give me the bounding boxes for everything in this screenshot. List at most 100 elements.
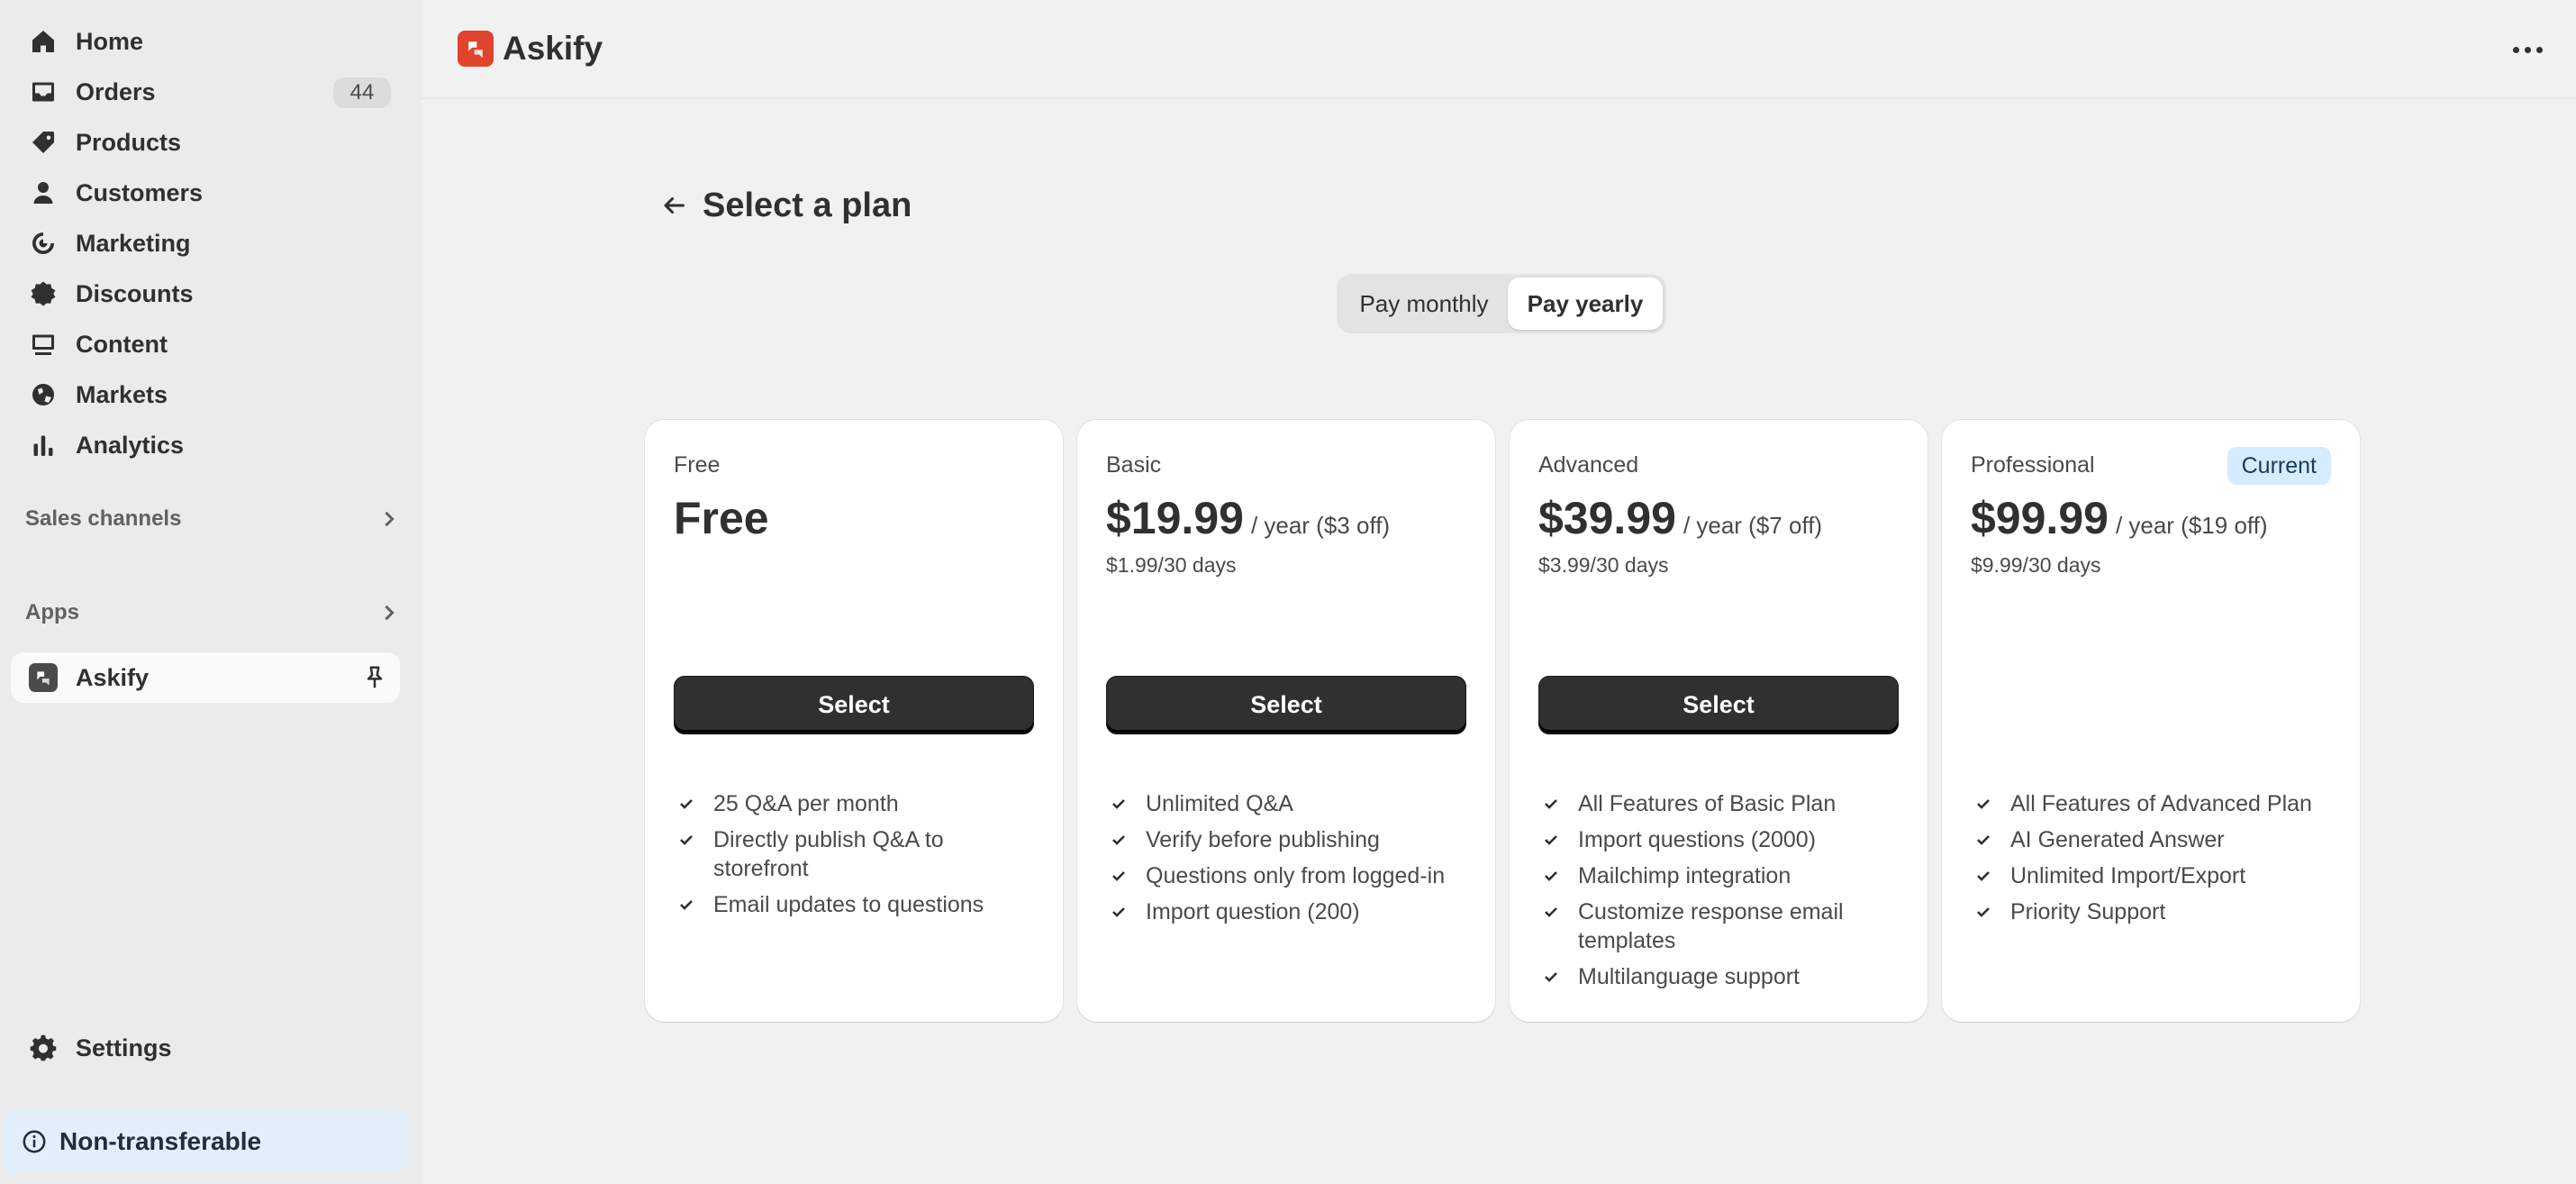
checkmark-icon: [1542, 825, 1562, 854]
feature-item: Priority Support: [1974, 897, 2338, 926]
main-content: Askify Select a plan Pay monthly Pay yea…: [422, 0, 2576, 1184]
sidebar-item-home[interactable]: Home: [11, 16, 400, 67]
sidebar-item-label: Orders: [76, 77, 156, 105]
plan-price: $99.99: [1971, 493, 2109, 543]
billing-period-toggle: Pay monthly Pay yearly: [1337, 274, 1666, 333]
feature-text: Mailchimp integration: [1578, 863, 1791, 888]
plan-cards: Free Free Select 25 Q&A per month Direct…: [645, 420, 2360, 1022]
feature-item: Import question (200): [1110, 897, 1474, 926]
feature-text: Import questions (2000): [1578, 827, 1817, 852]
select-plan-button[interactable]: Select: [1538, 676, 1899, 733]
feature-item: Questions only from logged-in: [1110, 861, 1474, 890]
feature-item: Mailchimp integration: [1542, 861, 1906, 890]
feature-item: Import questions (2000): [1542, 825, 1906, 854]
dot-icon: [2535, 46, 2543, 53]
app-topbar: Askify: [422, 0, 2576, 99]
globe-icon: [29, 380, 58, 409]
sidebar-item-label: Content: [76, 330, 168, 358]
plan-sub-price: $9.99/30 days: [1971, 553, 2101, 577]
feature-text: AI Generated Answer: [2010, 827, 2225, 852]
back-button[interactable]: [652, 184, 695, 227]
feature-list: All Features of Basic Plan Import questi…: [1542, 789, 1906, 998]
checkmark-icon: [1110, 825, 1129, 854]
sidebar-item-markets[interactable]: Markets: [11, 369, 400, 420]
feature-text: Questions only from logged-in: [1146, 863, 1446, 888]
feature-item: Email updates to questions: [677, 890, 1041, 919]
plan-price-suffix: / year ($3 off): [1250, 512, 1391, 539]
feature-list: Unlimited Q&A Verify before publishing Q…: [1110, 789, 1474, 934]
feature-item: Verify before publishing: [1110, 825, 1474, 854]
sidebar-item-orders[interactable]: Orders 44: [11, 67, 400, 117]
sidebar-item-label: Discounts: [76, 279, 194, 307]
sidebar: Home Orders 44 Products Customers Market…: [0, 0, 422, 1184]
select-plan-button[interactable]: Select: [1106, 676, 1466, 733]
checkmark-icon: [1542, 962, 1562, 991]
sidebar-item-analytics[interactable]: Analytics: [11, 420, 400, 470]
feature-text: All Features of Basic Plan: [1578, 791, 1837, 816]
select-plan-button[interactable]: Select: [674, 676, 1034, 733]
sidebar-item-askify[interactable]: Askify: [11, 652, 400, 703]
sales-channels-label: Sales channels: [25, 506, 182, 531]
bar-chart-icon: [29, 431, 58, 460]
sidebar-item-label: Products: [76, 128, 182, 156]
plan-name: Basic: [1106, 452, 1162, 478]
checkmark-icon: [1542, 861, 1562, 890]
pin-icon[interactable]: [362, 665, 387, 690]
sidebar-nav: Home Orders 44 Products Customers Market…: [11, 16, 400, 470]
plan-price: $39.99: [1538, 493, 1676, 543]
arrow-left-icon: [664, 197, 685, 214]
price-row: $39.99 / year ($7 off): [1538, 492, 1899, 548]
sidebar-item-settings[interactable]: Settings: [11, 1023, 400, 1073]
sidebar-item-marketing[interactable]: Marketing: [11, 218, 400, 269]
home-icon: [29, 27, 58, 56]
plan-sub-price: $3.99/30 days: [1538, 553, 1669, 577]
info-icon: [23, 1130, 46, 1153]
feature-text: Priority Support: [2010, 899, 2166, 924]
sidebar-item-label: Home: [76, 27, 144, 55]
chevron-right-icon: [385, 511, 395, 527]
plan-card-advanced: Advanced $39.99 / year ($7 off) $3.99/30…: [1510, 420, 1927, 1022]
sidebar-item-discounts[interactable]: Discounts: [11, 269, 400, 319]
person-icon: [29, 178, 58, 207]
more-actions-button[interactable]: [2506, 32, 2549, 67]
feature-text: 25 Q&A per month: [713, 791, 899, 816]
plan-name: Free: [674, 452, 721, 478]
pay-yearly-option[interactable]: Pay yearly: [1508, 278, 1663, 330]
sidebar-item-customers[interactable]: Customers: [11, 168, 400, 218]
chevron-right-icon: [385, 605, 395, 621]
page-header: Select a plan: [652, 180, 912, 231]
feature-item: Customize response email templates: [1542, 897, 1906, 955]
inbox-icon: [29, 77, 58, 106]
sidebar-item-products[interactable]: Products: [11, 117, 400, 168]
sales-channels-section[interactable]: Sales channels: [25, 501, 400, 537]
target-icon: [29, 229, 58, 258]
non-transferable-banner[interactable]: Non-transferable: [2, 1110, 407, 1173]
plan-card-professional: Professional Current $99.99 / year ($19 …: [1942, 420, 2360, 1022]
price-row: $19.99 / year ($3 off): [1106, 492, 1466, 548]
pay-monthly-option[interactable]: Pay monthly: [1340, 278, 1508, 330]
feature-text: Directly publish Q&A to storefront: [713, 827, 944, 881]
feature-text: Email updates to questions: [713, 892, 984, 917]
checkmark-icon: [1974, 825, 1994, 854]
sidebar-item-label: Settings: [76, 1034, 172, 1061]
feature-item: All Features of Advanced Plan: [1974, 789, 2338, 818]
askify-app-icon: [29, 663, 58, 692]
feature-item: Unlimited Import/Export: [1974, 861, 2338, 890]
dot-icon: [2524, 46, 2531, 53]
gear-icon: [29, 1034, 58, 1062]
plan-card-free: Free Free Select 25 Q&A per month Direct…: [645, 420, 1063, 1022]
plan-sub-price: $1.99/30 days: [1106, 553, 1237, 577]
checkmark-icon: [1110, 861, 1129, 890]
checkmark-icon: [677, 825, 697, 854]
sidebar-settings: Settings: [11, 1023, 400, 1073]
feature-text: Verify before publishing: [1146, 827, 1380, 852]
sidebar-item-label: Askify: [76, 663, 150, 691]
orders-count-badge: 44: [333, 77, 391, 108]
checkmark-icon: [1542, 789, 1562, 818]
feature-list: All Features of Advanced Plan AI Generat…: [1974, 789, 2338, 934]
plan-price-suffix: / year ($7 off): [1683, 512, 1823, 539]
plan-card-basic: Basic $19.99 / year ($3 off) $1.99/30 da…: [1077, 420, 1495, 1022]
feature-item: 25 Q&A per month: [677, 789, 1041, 818]
sidebar-item-content[interactable]: Content: [11, 319, 400, 369]
apps-section[interactable]: Apps: [25, 595, 400, 631]
